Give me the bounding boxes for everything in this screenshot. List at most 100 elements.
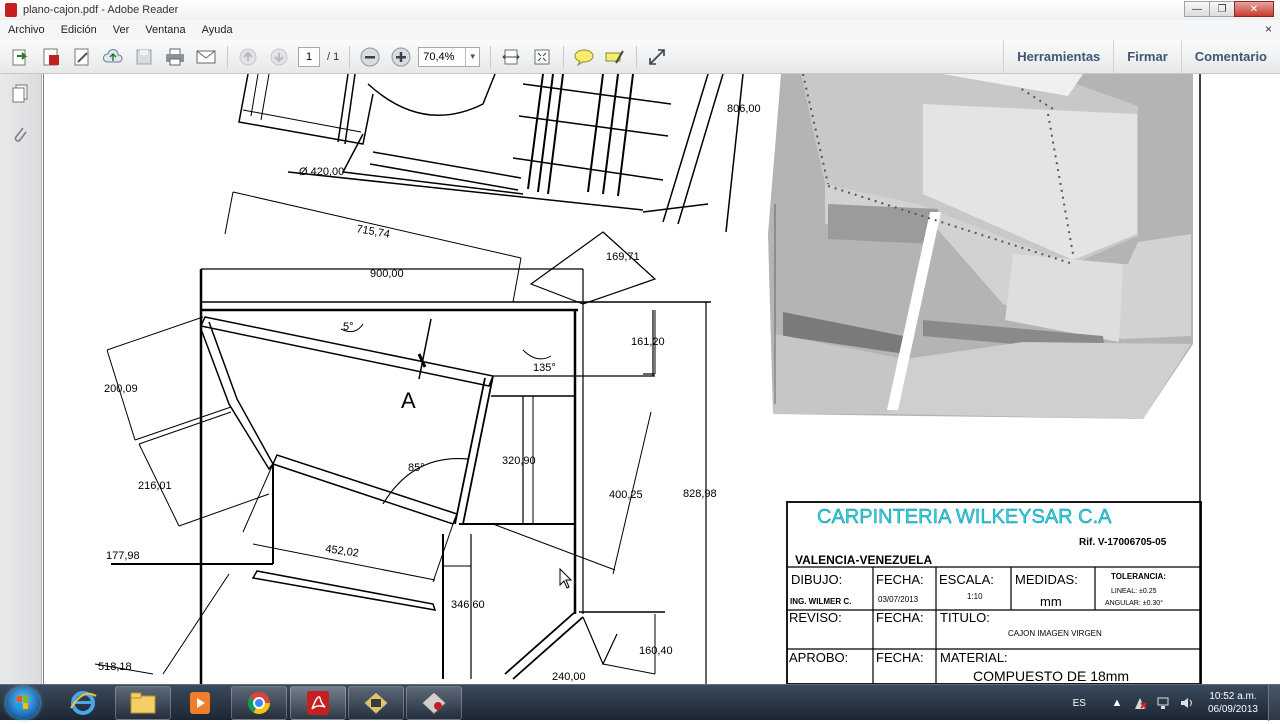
dim-806: 806,00 xyxy=(727,103,761,115)
dim-400: 400,25 xyxy=(609,489,643,501)
fit-page-icon[interactable] xyxy=(531,46,553,68)
taskbar-adobe-reader[interactable] xyxy=(290,686,346,720)
menu-ventana[interactable]: Ventana xyxy=(137,24,193,36)
title-bar: plano-cajon.pdf - Adobe Reader — ❐ ✕ xyxy=(0,0,1280,20)
minimize-button[interactable]: — xyxy=(1184,1,1210,17)
document-view[interactable]: Ø 420,00 806,00 715,74 900,00 169,71 161… xyxy=(43,74,1280,684)
fecha-value: 03/07/2013 xyxy=(878,595,919,604)
taskbar: ES ▲ 10:52 a.m. 06/09/2013 xyxy=(0,684,1280,721)
navigation-pane xyxy=(0,74,42,684)
chevron-down-icon[interactable]: ▼ xyxy=(465,47,479,66)
taskbar-app-solidworks[interactable] xyxy=(348,686,404,720)
top-view-fragment xyxy=(238,74,744,233)
maximize-button[interactable]: ❐ xyxy=(1209,1,1235,17)
zoom-in-icon[interactable] xyxy=(390,46,412,68)
dim-452: 452,02 xyxy=(325,543,360,560)
menu-ayuda[interactable]: Ayuda xyxy=(194,24,241,36)
dim-346: 346,60 xyxy=(451,599,485,611)
dim-161: 161,20 xyxy=(631,336,665,348)
company-location: VALENCIA-VENEZUELA xyxy=(795,553,932,567)
dim-828: 828,98 xyxy=(683,488,717,500)
fecha-reviso-label: FECHA: xyxy=(876,610,924,625)
clock[interactable]: 10:52 a.m. 06/09/2013 xyxy=(1208,690,1258,716)
close-button[interactable]: ✕ xyxy=(1234,1,1274,17)
dibujo-name: ING. WILMER C. xyxy=(790,597,851,606)
titulo-label: TITULO: xyxy=(940,610,990,625)
page-total: / 1 xyxy=(327,50,340,63)
show-desktop-button[interactable] xyxy=(1268,685,1280,721)
dim-160: 160,40 xyxy=(639,645,673,657)
toolbar-separator xyxy=(227,45,228,68)
network-icon[interactable] xyxy=(1156,696,1170,710)
dim-715: 715,74 xyxy=(355,223,390,241)
volume-icon[interactable] xyxy=(1179,696,1193,710)
dim-900: 900,00 xyxy=(370,268,404,280)
sticky-note-icon[interactable] xyxy=(573,46,595,68)
clock-time: 10:52 a.m. xyxy=(1209,691,1257,702)
fit-width-icon[interactable] xyxy=(500,46,522,68)
material-value: COMPUESTO DE 18mm xyxy=(973,668,1129,684)
angle-135: 135° xyxy=(533,362,556,374)
create-pdf-icon[interactable] xyxy=(40,46,62,68)
toolbar-separator xyxy=(349,45,351,68)
windows-logo-icon xyxy=(17,696,28,709)
menu-archivo[interactable]: Archivo xyxy=(0,24,53,36)
zoom-select[interactable]: 70,4% ▼ xyxy=(418,46,481,67)
taskbar-app-cad-2[interactable] xyxy=(406,686,462,720)
media-player-icon xyxy=(190,692,210,714)
dim-177: 177,98 xyxy=(106,550,140,562)
language-indicator[interactable]: ES xyxy=(1073,698,1086,709)
highlight-text-icon[interactable] xyxy=(604,46,626,68)
taskbar-chrome[interactable] xyxy=(231,686,287,720)
clock-date: 06/09/2013 xyxy=(1207,704,1258,715)
taskbar-media-player[interactable] xyxy=(172,686,228,720)
taskbar-internet-explorer[interactable] xyxy=(55,686,111,720)
cloud-upload-icon[interactable] xyxy=(102,46,124,68)
tolerancia-angular: ANGULAR: ±0.30° xyxy=(1105,599,1163,607)
company-name: CARPINTERIA WILKEYSAR C.A xyxy=(817,506,1112,528)
dimension-labels: Ø 420,00 806,00 715,74 900,00 169,71 161… xyxy=(98,103,761,683)
comment-pane-button[interactable]: Comentario xyxy=(1180,40,1280,74)
menu-edicion[interactable]: Edición xyxy=(53,24,105,36)
mouse-cursor-icon xyxy=(559,567,573,589)
open-file-icon[interactable] xyxy=(9,46,31,68)
medidas-label: MEDIDAS: xyxy=(1015,572,1078,587)
save-icon[interactable] xyxy=(133,46,155,68)
start-button[interactable] xyxy=(6,687,40,719)
toolbar-separator xyxy=(563,45,565,68)
task-panes: Herramientas Firmar Comentario xyxy=(1003,40,1280,74)
menu-ver[interactable]: Ver xyxy=(105,24,138,36)
front-view xyxy=(94,191,711,684)
edit-pdf-icon[interactable] xyxy=(71,46,93,68)
drawing-canvas: Ø 420,00 806,00 715,74 900,00 169,71 161… xyxy=(43,74,1202,684)
box-3d-render xyxy=(768,74,1193,419)
escala-label: ESCALA: xyxy=(939,572,994,587)
title-block-text: CARPINTERIA WILKEYSAR C.A Rif. V-1700670… xyxy=(789,506,1167,684)
next-page-icon[interactable] xyxy=(268,46,290,68)
previous-page-icon[interactable] xyxy=(237,46,259,68)
adobe-reader-icon xyxy=(5,3,17,17)
tolerancia-label: TOLERANCIA: xyxy=(1111,572,1166,581)
cad-app-icon xyxy=(363,691,389,715)
page-thumbnails-icon[interactable] xyxy=(11,84,29,104)
print-icon[interactable] xyxy=(164,46,186,68)
show-hidden-icons-icon[interactable]: ▲ xyxy=(1110,696,1124,710)
attachments-icon[interactable] xyxy=(11,124,29,144)
action-center-icon[interactable] xyxy=(1133,696,1147,710)
email-icon[interactable] xyxy=(195,46,217,68)
full-screen-icon[interactable] xyxy=(646,46,668,68)
fecha-label: FECHA: xyxy=(876,572,924,587)
taskbar-explorer[interactable] xyxy=(115,686,171,720)
company-rif: Rif. V-17006705-05 xyxy=(1079,537,1167,548)
zoom-out-icon[interactable] xyxy=(359,46,381,68)
page-number-input[interactable]: 1 xyxy=(298,46,320,67)
sign-pane-button[interactable]: Firmar xyxy=(1113,40,1180,74)
dibujo-label: DIBUJO: xyxy=(791,572,842,587)
dim-420: Ø 420,00 xyxy=(299,166,344,178)
chrome-icon xyxy=(248,692,270,714)
close-document-button[interactable]: × xyxy=(1265,22,1272,36)
tools-pane-button[interactable]: Herramientas xyxy=(1003,40,1113,74)
folder-icon xyxy=(130,692,156,714)
section-label: A xyxy=(401,388,416,413)
menu-bar: Archivo Edición Ver Ventana Ayuda × xyxy=(0,20,1280,40)
